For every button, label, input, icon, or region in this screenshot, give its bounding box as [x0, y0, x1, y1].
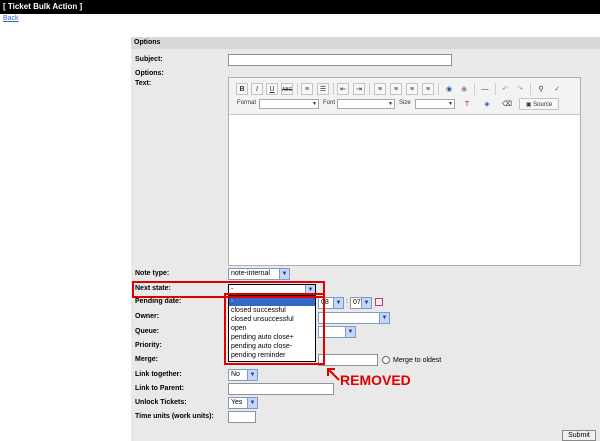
link-together-value: No	[231, 371, 240, 378]
align-center-icon[interactable]: ≡	[390, 83, 402, 95]
link-to-parent-label: Link to Parent:	[135, 385, 185, 392]
source-label: Source	[533, 102, 553, 108]
background-color-icon[interactable]: ◈	[481, 98, 493, 110]
note-type-label: Note type:	[135, 270, 170, 277]
align-left-icon[interactable]: ≡	[374, 83, 386, 95]
toolbar-separator	[474, 83, 475, 95]
options-section-header: Options	[131, 37, 600, 49]
annotation-highlight-box	[224, 293, 325, 365]
options-label: Options:	[135, 70, 164, 77]
remove-format-icon[interactable]: ⌫	[501, 98, 513, 110]
chevron-down-icon: ▼	[247, 398, 257, 408]
link-icon[interactable]: ◉	[443, 83, 455, 95]
pending-minute-select[interactable]: 07 ▼	[350, 297, 372, 309]
toolbar-separator	[495, 83, 496, 95]
owner-label: Owner:	[135, 313, 160, 320]
back-link[interactable]: Back	[3, 15, 19, 22]
toolbar-separator	[438, 83, 439, 95]
font-label: Font	[323, 100, 336, 106]
subject-label: Subject:	[135, 56, 163, 63]
italic-icon[interactable]: I	[251, 83, 263, 95]
link-together-select[interactable]: No ▼	[228, 369, 258, 381]
merge-input[interactable]	[318, 354, 378, 366]
pending-minute-value: 07	[353, 299, 361, 306]
indent-icon[interactable]: ⇥	[353, 83, 365, 95]
align-justify-icon[interactable]: ≡	[422, 83, 434, 95]
pending-date-label: Pending date:	[135, 298, 182, 305]
time-units-input[interactable]	[228, 411, 256, 423]
spellcheck-icon[interactable]: ✓	[551, 83, 563, 95]
bullet-list-icon[interactable]: ☰	[317, 83, 329, 95]
numbered-list-icon[interactable]: ≡	[301, 83, 313, 95]
merge-label: Merge:	[135, 356, 158, 363]
merge-to-oldest-label: Merge to oldest	[393, 357, 442, 364]
chevron-down-icon: ▼	[247, 370, 257, 380]
subject-input[interactable]	[228, 54, 452, 66]
removed-annotation-label: REMOVED	[340, 372, 411, 388]
toolbar-separator	[333, 83, 334, 95]
time-separator: :	[346, 298, 348, 305]
strikethrough-icon[interactable]: ABC	[281, 83, 293, 95]
font-select[interactable]: ▼	[337, 99, 395, 109]
source-icon: ▣	[525, 102, 532, 108]
priority-label: Priority:	[135, 342, 162, 349]
format-label: Format	[237, 100, 257, 106]
submit-button[interactable]: Submit	[562, 430, 596, 441]
underline-icon[interactable]: U	[266, 83, 278, 95]
calendar-icon[interactable]	[375, 298, 383, 306]
text-color-icon[interactable]: T	[461, 98, 473, 110]
unlock-tickets-label: Unlock Tickets:	[135, 399, 187, 406]
window-title-bar: [ Ticket Bulk Action ]	[0, 0, 600, 14]
align-right-icon[interactable]: ≡	[406, 83, 418, 95]
outdent-icon[interactable]: ⇤	[337, 83, 349, 95]
window-title: [ Ticket Bulk Action ]	[3, 2, 83, 11]
owner-select[interactable]: ▼	[318, 312, 390, 324]
annotation-arrow-icon	[327, 368, 340, 381]
chevron-down-icon: ▼	[379, 313, 389, 323]
chevron-down-icon: ▼	[345, 327, 355, 337]
rich-text-editor[interactable]: B I U ABC ≡ ☰ ⇤ ⇥ ≡ ≡ ≡ ≡ ◉ ◉ ― ↶ ↷ ⚲ ✓ …	[228, 77, 581, 266]
chevron-down-icon: ▼	[361, 298, 371, 308]
unlock-tickets-select[interactable]: Yes ▼	[228, 397, 258, 409]
queue-label: Queue:	[135, 328, 160, 335]
link-together-label: Link together:	[135, 371, 182, 378]
size-label: Size	[399, 100, 411, 106]
link-to-parent-input[interactable]	[228, 383, 334, 395]
chevron-down-icon: ▼	[333, 298, 343, 308]
editor-toolbar: B I U ABC ≡ ☰ ⇤ ⇥ ≡ ≡ ≡ ≡ ◉ ◉ ― ↶ ↷ ⚲ ✓ …	[229, 78, 580, 115]
time-units-label: Time units (work units):	[135, 413, 214, 420]
redo-icon[interactable]: ↷	[514, 83, 526, 95]
horizontal-rule-icon[interactable]: ―	[479, 83, 491, 95]
note-type-select[interactable]: note-internal ▼	[228, 268, 290, 280]
toolbar-separator	[297, 83, 298, 95]
format-select[interactable]: ▼	[259, 99, 319, 109]
toolbar-separator	[530, 83, 531, 95]
text-label: Text:	[135, 80, 152, 87]
size-select[interactable]: ▼	[415, 99, 455, 109]
source-button[interactable]: ▣ Source	[519, 98, 559, 110]
merge-to-oldest-radio[interactable]	[382, 356, 390, 364]
undo-icon[interactable]: ↶	[499, 83, 511, 95]
chevron-down-icon: ▼	[279, 269, 289, 279]
find-icon[interactable]: ⚲	[535, 83, 547, 95]
section-title: Options	[134, 39, 161, 46]
note-type-value: note-internal	[231, 270, 270, 277]
unlink-icon[interactable]: ◉	[458, 83, 470, 95]
unlock-tickets-value: Yes	[231, 399, 243, 406]
toolbar-separator	[369, 83, 370, 95]
bold-icon[interactable]: B	[236, 83, 248, 95]
